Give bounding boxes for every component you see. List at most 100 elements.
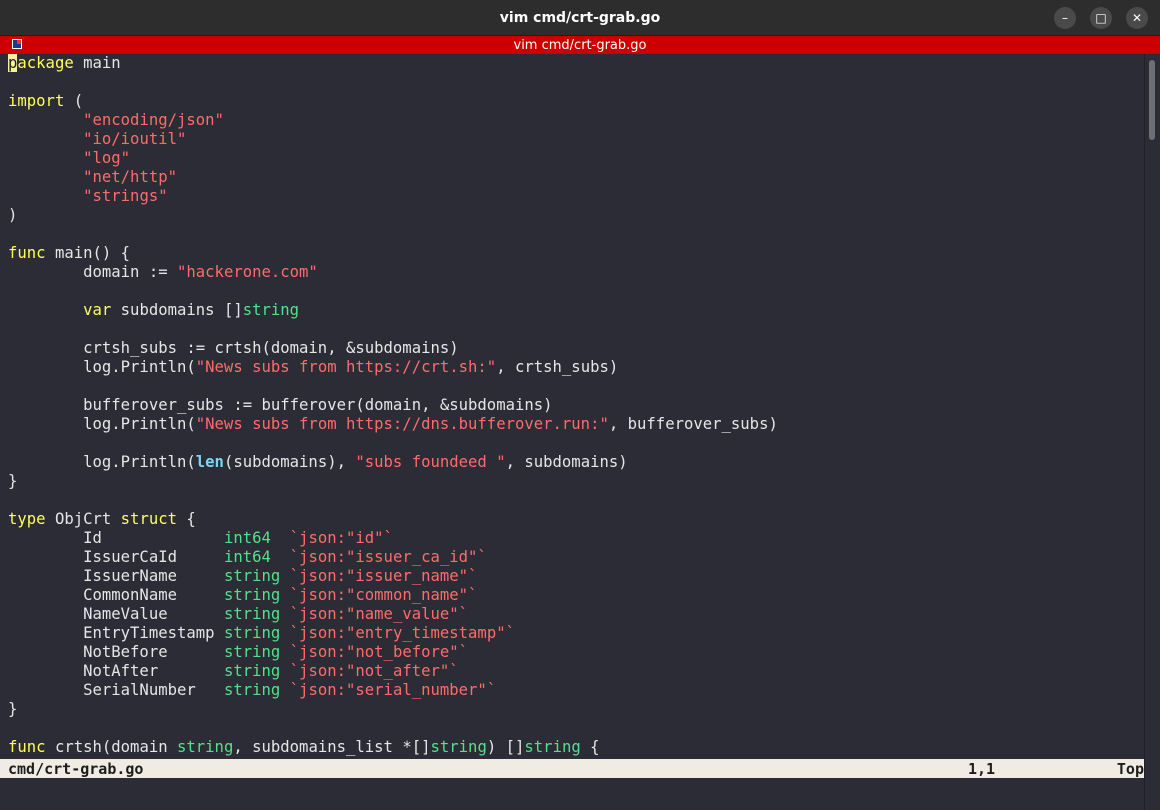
code-line[interactable]: log.Println("News subs from https://dns.… xyxy=(8,415,1144,434)
code-token: len xyxy=(195,453,224,471)
code-token: , bufferover_subs) xyxy=(608,415,778,433)
code-token: func xyxy=(8,738,46,756)
close-icon: ✕ xyxy=(1131,11,1143,25)
code-line[interactable]: } xyxy=(8,472,1144,491)
scrollbar[interactable] xyxy=(1144,54,1160,810)
code-line[interactable]: bufferover_subs := bufferover(domain, &s… xyxy=(8,396,1144,415)
code-token: CommonName xyxy=(8,586,224,604)
code-line[interactable] xyxy=(8,719,1144,738)
maximize-icon: □ xyxy=(1095,11,1107,25)
code-token: ObjCrt xyxy=(45,510,121,528)
code-line[interactable]: SerialNumber string `json:"serial_number… xyxy=(8,681,1144,700)
code-token: `json:"id"` xyxy=(289,529,393,547)
code-line[interactable]: import ( xyxy=(8,92,1144,111)
code-line[interactable]: Id int64 `json:"id"` xyxy=(8,529,1144,548)
code-token: log.Println( xyxy=(8,453,196,471)
code-token: import xyxy=(8,92,65,110)
code-token: "hackerone.com" xyxy=(177,263,318,281)
code-line[interactable]: "log" xyxy=(8,149,1144,168)
code-token: main() { xyxy=(45,244,131,262)
code-token: (subdomains), xyxy=(223,453,356,471)
code-token: string xyxy=(242,301,300,319)
code-token: NotAfter xyxy=(8,662,224,680)
code-line[interactable] xyxy=(8,73,1144,92)
text-cursor: p xyxy=(8,54,18,72)
code-token: `json:"name_value"` xyxy=(289,605,469,623)
code-line[interactable]: IssuerName string `json:"issuer_name"` xyxy=(8,567,1144,586)
vim-command-line[interactable] xyxy=(0,778,1144,810)
code-token: IssuerName xyxy=(8,567,224,585)
title-bar[interactable]: vim cmd/crt-grab.go – □ ✕ xyxy=(0,0,1160,36)
code-line[interactable] xyxy=(8,225,1144,244)
code-token: `json:"issuer_name"` xyxy=(289,567,478,585)
code-token: string xyxy=(223,567,281,585)
code-token: `json:"not_before"` xyxy=(289,643,469,661)
code-buffer[interactable]: package main import ( "encoding/json" "i… xyxy=(0,54,1144,757)
code-line[interactable] xyxy=(8,434,1144,453)
code-line[interactable]: NotAfter string `json:"not_after"` xyxy=(8,662,1144,681)
code-line[interactable]: "encoding/json" xyxy=(8,111,1144,130)
code-line[interactable]: func main() { xyxy=(8,244,1144,263)
code-token: Id xyxy=(8,529,224,547)
code-line[interactable]: package main xyxy=(8,54,1144,73)
code-line[interactable] xyxy=(8,377,1144,396)
status-filename: cmd/crt-grab.go xyxy=(8,759,144,778)
code-line[interactable]: "net/http" xyxy=(8,168,1144,187)
code-line[interactable]: NameValue string `json:"name_value"` xyxy=(8,605,1144,624)
code-token: func xyxy=(8,244,46,262)
code-token: { xyxy=(177,510,196,528)
code-line[interactable]: log.Println(len(subdomains), "subs found… xyxy=(8,453,1144,472)
code-token: ( xyxy=(64,92,84,110)
code-line[interactable]: type ObjCrt struct { xyxy=(8,510,1144,529)
terminal-tab-title: vim cmd/crt-grab.go xyxy=(513,37,647,53)
code-line[interactable]: log.Println("News subs from https://crt.… xyxy=(8,358,1144,377)
code-token: `json:"common_name"` xyxy=(289,586,478,604)
code-line[interactable]: CommonName string `json:"common_name"` xyxy=(8,586,1144,605)
code-token: ) [] xyxy=(486,738,525,756)
code-line[interactable]: } xyxy=(8,700,1144,719)
code-token: main xyxy=(73,54,121,72)
code-token: ackage xyxy=(17,54,74,72)
minimize-icon: – xyxy=(1062,11,1068,25)
code-line[interactable]: EntryTimestamp string `json:"entry_times… xyxy=(8,624,1144,643)
code-token: } xyxy=(8,472,18,490)
code-line[interactable]: var subdomains []string xyxy=(8,301,1144,320)
code-token: NameValue xyxy=(8,605,224,623)
close-button[interactable]: ✕ xyxy=(1126,7,1148,29)
code-line[interactable]: domain := "hackerone.com" xyxy=(8,263,1144,282)
code-token: EntryTimestamp xyxy=(8,624,224,642)
code-token: "subs foundeed " xyxy=(355,453,506,471)
terminal-tab-bar[interactable]: vim cmd/crt-grab.go xyxy=(0,36,1160,54)
code-token: struct xyxy=(120,510,178,528)
code-token: `json:"issuer_ca_id"` xyxy=(289,548,487,566)
code-line[interactable]: crtsh_subs := crtsh(domain, &subdomains) xyxy=(8,339,1144,358)
code-line[interactable]: NotBefore string `json:"not_before"` xyxy=(8,643,1144,662)
scrollbar-thumb[interactable] xyxy=(1149,60,1155,140)
minimize-button[interactable]: – xyxy=(1054,7,1076,29)
vim-editor[interactable]: package main import ( "encoding/json" "i… xyxy=(0,54,1144,759)
code-token: crtsh_subs := crtsh(domain, &subdomains) xyxy=(8,339,459,357)
code-line[interactable] xyxy=(8,282,1144,301)
code-line[interactable]: func crtsh(domain string, subdomains_lis… xyxy=(8,738,1144,757)
code-token: string xyxy=(223,605,281,623)
code-line[interactable]: IssuerCaId int64 `json:"issuer_ca_id"` xyxy=(8,548,1144,567)
maximize-button[interactable]: □ xyxy=(1090,7,1112,29)
code-line[interactable]: ) xyxy=(8,206,1144,225)
code-line[interactable] xyxy=(8,491,1144,510)
code-token: string xyxy=(223,681,281,699)
code-token: var xyxy=(83,301,112,319)
code-line[interactable] xyxy=(8,320,1144,339)
code-line[interactable]: "strings" xyxy=(8,187,1144,206)
code-line[interactable]: "io/ioutil" xyxy=(8,130,1144,149)
